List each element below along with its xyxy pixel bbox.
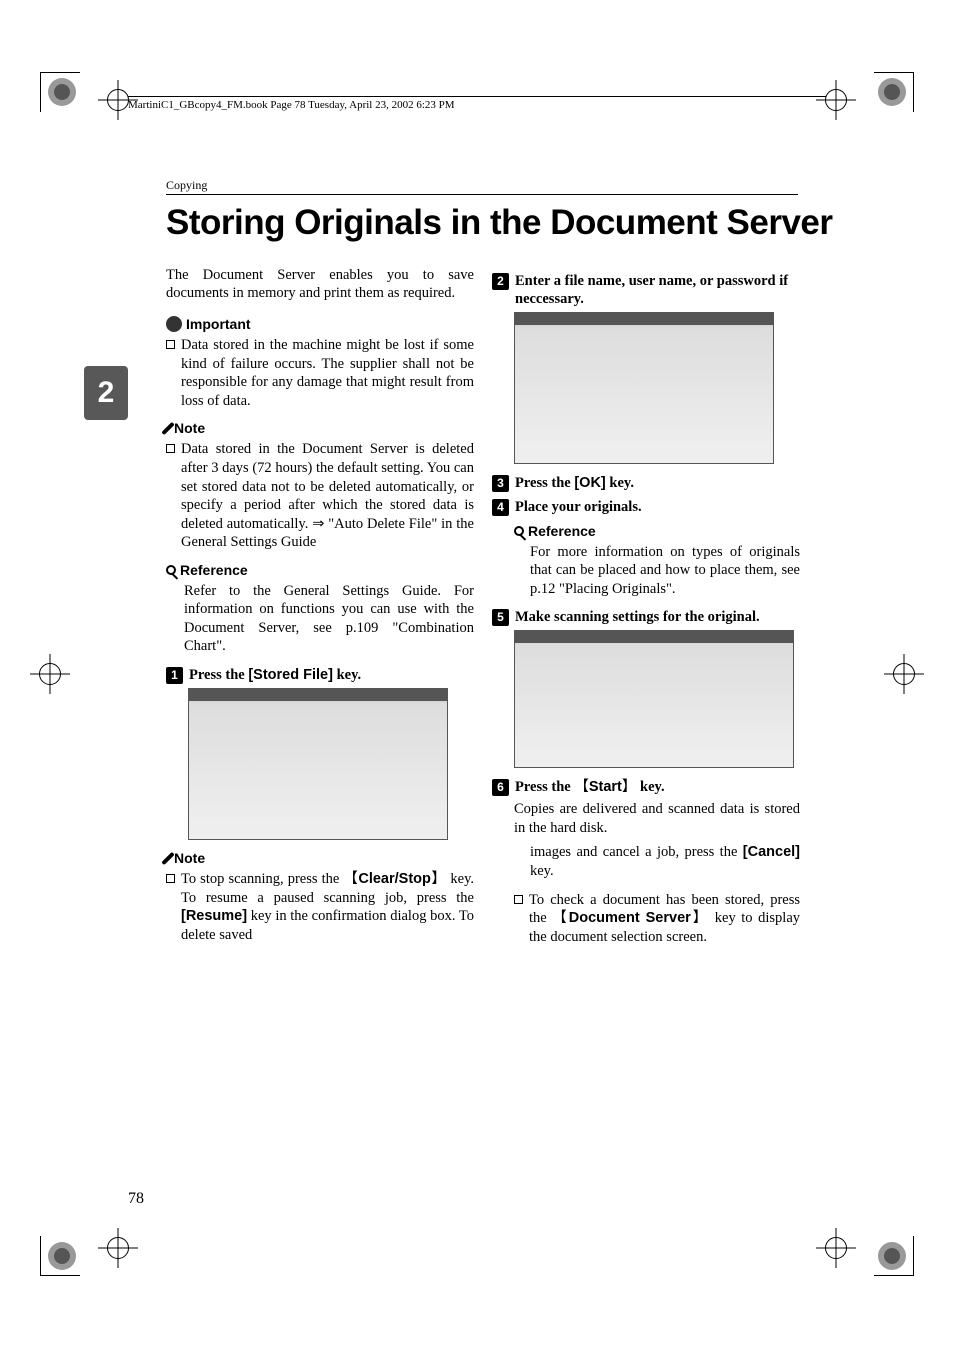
step6-post: key. [636,779,664,795]
step3-post: key. [606,475,634,491]
right-column: 2 Enter a file name, user name, or passw… [492,266,800,956]
reference-2-text: For more information on types of origina… [530,543,800,599]
step-5: 5 Make scanning settings for the origina… [492,608,800,626]
important-text: Data stored in the machine might be lost… [181,336,474,410]
important-item: Data stored in the machine might be lost… [166,336,474,410]
step-number-icon: 3 [492,475,509,492]
magnifier-icon [166,565,176,575]
magnifier-icon [514,526,524,536]
note-label-2: Note [174,850,205,866]
note-2-text: To stop scanning, press the Clear/Stop k… [181,870,474,944]
step-number-icon: 1 [166,667,183,684]
step-1-post: key. [333,667,361,683]
reference-label: Reference [180,562,248,578]
note-text: Data stored in the Document Server is de… [181,440,474,551]
tail1-post: key. [530,863,554,879]
step-6: 6 Press the Start key. [492,778,800,796]
tail-1: images and cancel a job, press the [Canc… [530,843,800,880]
document-server-key: Document Server [552,910,709,926]
pencil-icon [161,851,174,864]
page-body: The Document Server enables you to save … [166,266,801,956]
cancel-key: [Cancel] [743,844,800,860]
resume-key: [Resume] [181,908,247,924]
clear-stop-key: Clear/Stop [343,871,446,887]
book-header: MartiniC1_GBcopy4_FM.book Page 78 Tuesda… [128,96,826,111]
registration-dot-icon [48,1242,76,1270]
start-key: Start [574,779,636,795]
copier-screenshot-3 [514,630,794,768]
intro-text: The Document Server enables you to save … [166,266,474,302]
note-heading: Note [166,420,474,436]
step-6-body: Copies are delivered and scanned data is… [514,800,800,837]
reference-label-2: Reference [528,523,596,539]
left-column: The Document Server enables you to save … [166,266,474,956]
checkbox-icon [166,874,175,883]
chapter-tab: 2 [84,366,128,420]
tail-2-text: To check a document has been stored, pre… [529,891,800,947]
stored-file-key: [Stored File] [248,667,333,683]
tail1-pre: images and cancel a job, press the [530,844,743,860]
step-number-icon: 4 [492,499,509,516]
step-6-text: Press the Start key. [515,778,665,796]
step-4: 4 Place your originals. [492,498,800,516]
step-2-text: Enter a file name, user name, or passwor… [515,272,800,308]
gear-icon [166,316,182,332]
page-title: Storing Originals in the Document Server [166,203,833,243]
note-item: Data stored in the Document Server is de… [166,440,474,551]
step-number-icon: 6 [492,779,509,796]
reference-heading: Reference [166,562,474,578]
tail-2: To check a document has been stored, pre… [514,891,800,947]
registration-dot-icon [878,78,906,106]
note-label: Note [174,420,205,436]
chapter-label: Copying [166,178,798,195]
ok-key: [OK] [574,475,605,491]
step-number-icon: 2 [492,273,509,290]
registration-dot-icon [48,78,76,106]
registration-target-icon [816,1228,856,1268]
registration-target-icon [98,1228,138,1268]
step-1-pre: Press the [189,667,248,683]
reference-text: Refer to the General Settings Guide. For… [184,582,474,656]
pencil-icon [161,422,174,435]
note-heading-2: Note [166,850,474,866]
note-item-2: To stop scanning, press the Clear/Stop k… [166,870,474,944]
step-2: 2 Enter a file name, user name, or passw… [492,272,800,308]
copier-screenshot-1 [188,688,448,840]
registration-target-icon [30,654,70,694]
step-3: 3 Press the [OK] key. [492,474,800,492]
step-3-text: Press the [OK] key. [515,474,634,492]
step3-pre: Press the [515,475,574,491]
step6-pre: Press the [515,779,574,795]
registration-dot-icon [878,1242,906,1270]
important-heading: Important [166,316,474,332]
page-number: 78 [128,1190,144,1208]
step-1: 1 Press the [Stored File] key. [166,666,474,684]
checkbox-icon [166,340,175,349]
checkbox-icon [166,444,175,453]
important-label: Important [186,316,251,332]
step-5-text: Make scanning settings for the original. [515,608,760,626]
note2-pre: To stop scanning, press the [181,871,343,887]
step-4-text: Place your originals. [515,498,642,516]
step-number-icon: 5 [492,609,509,626]
checkbox-icon [514,895,523,904]
registration-target-icon [884,654,924,694]
reference-heading-2: Reference [514,523,800,539]
step-1-text: Press the [Stored File] key. [189,666,361,684]
copier-screenshot-2 [514,312,774,464]
